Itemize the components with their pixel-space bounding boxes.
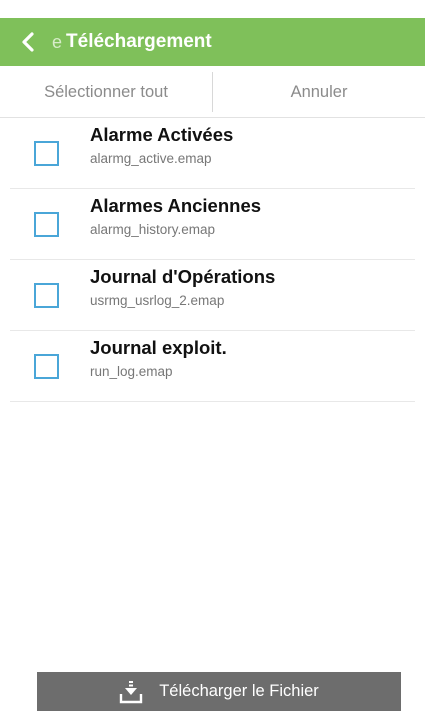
list-item[interactable]: Journal d'Opérations usrmg_usrlog_2.emap xyxy=(10,260,415,331)
list-item[interactable]: Alarme Activées alarmg_active.emap xyxy=(10,118,415,189)
file-checkbox[interactable] xyxy=(34,212,59,237)
action-bar: Sélectionner tout Annuler xyxy=(0,67,425,118)
download-button-label: Télécharger le Fichier xyxy=(159,682,319,700)
file-name: Alarmes Anciennes xyxy=(90,195,262,216)
chevron-left-icon xyxy=(22,32,34,52)
list-item[interactable]: Alarmes Anciennes alarmg_history.emap xyxy=(10,189,415,260)
file-path: alarmg_active.emap xyxy=(90,151,212,166)
download-screen: e Téléchargement Sélectionner tout Annul… xyxy=(0,0,425,711)
file-path: alarmg_history.emap xyxy=(90,222,216,237)
download-file-button[interactable]: Télécharger le Fichier xyxy=(37,672,401,711)
list-item[interactable]: Journal exploit. run_log.emap xyxy=(10,331,415,402)
select-all-button[interactable]: Sélectionner tout xyxy=(0,67,212,117)
back-button[interactable] xyxy=(6,18,50,66)
file-name: Alarme Activées xyxy=(90,124,234,145)
header-title-prefix: e xyxy=(52,31,63,52)
file-checkbox[interactable] xyxy=(34,141,59,166)
file-name: Journal d'Opérations xyxy=(90,266,276,287)
file-name: Journal exploit. xyxy=(90,337,227,358)
file-list: Alarme Activées alarmg_active.emap Alarm… xyxy=(0,118,425,402)
file-path: usrmg_usrlog_2.emap xyxy=(90,293,225,308)
file-checkbox[interactable] xyxy=(34,354,59,379)
file-checkbox[interactable] xyxy=(34,283,59,308)
file-path: run_log.emap xyxy=(90,364,173,379)
cancel-button[interactable]: Annuler xyxy=(213,67,425,117)
download-icon xyxy=(119,680,143,704)
header-title-wrap: e Téléchargement xyxy=(52,31,212,53)
app-header: e Téléchargement xyxy=(0,18,425,66)
page-title: Téléchargement xyxy=(66,31,212,52)
